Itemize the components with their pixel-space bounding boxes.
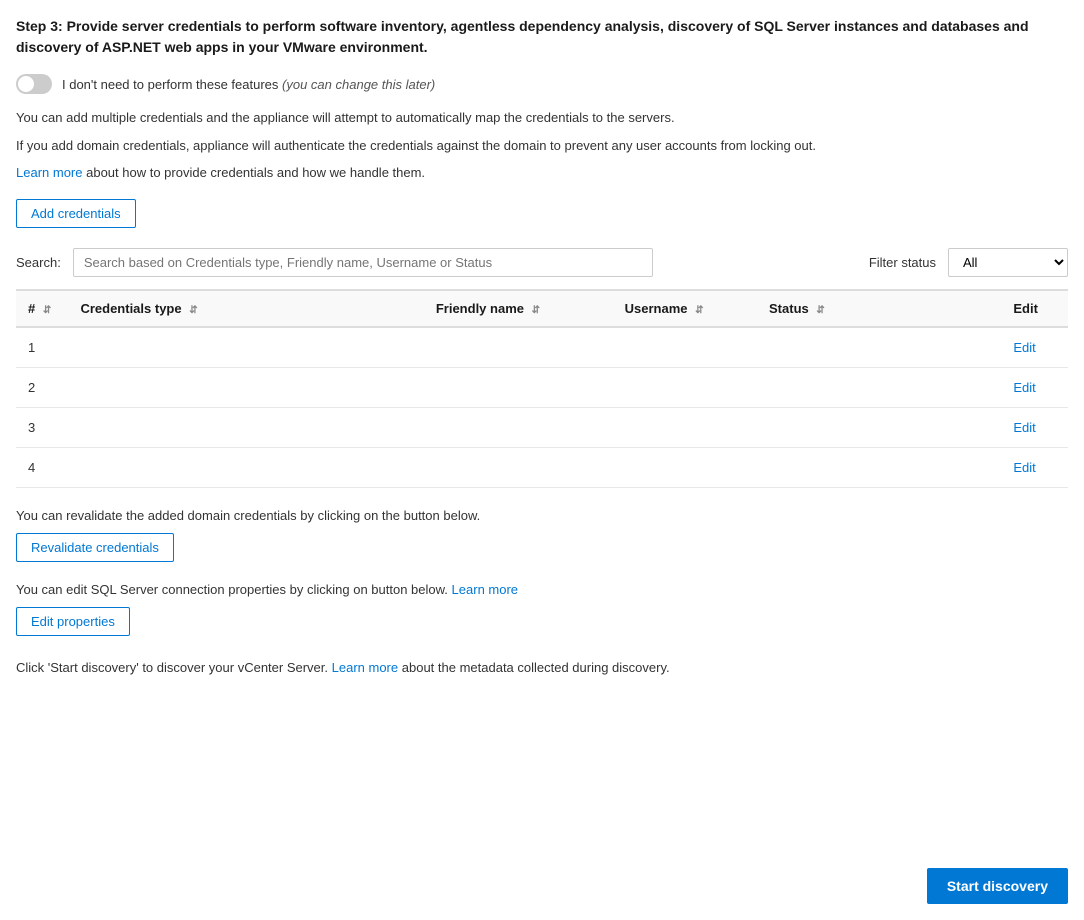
toggle-row: I don't need to perform these features (… <box>16 74 1068 94</box>
toggle-label: I don't need to perform these features (… <box>62 77 435 92</box>
row-3-num: 3 <box>16 407 68 447</box>
row-3-status <box>757 407 1001 447</box>
credentials-table: # ⇵ Credentials type ⇵ Friendly name ⇵ U… <box>16 289 1068 488</box>
sort-icon-friendly: ⇵ <box>532 305 540 316</box>
table-header-row: # ⇵ Credentials type ⇵ Friendly name ⇵ U… <box>16 290 1068 327</box>
sort-icon-username: ⇵ <box>695 305 703 316</box>
revalidate-credentials-button[interactable]: Revalidate credentials <box>16 533 174 562</box>
row-3-edit-link[interactable]: Edit <box>1013 420 1035 435</box>
edit-properties-button[interactable]: Edit properties <box>16 607 130 636</box>
sort-icon-cred: ⇵ <box>189 305 197 316</box>
row-4-num: 4 <box>16 447 68 487</box>
revalidate-text: You can revalidate the added domain cred… <box>16 508 1068 523</box>
row-4-username <box>613 447 757 487</box>
row-4-friendly-name <box>424 447 613 487</box>
row-2-friendly-name <box>424 367 613 407</box>
row-4-edit-link[interactable]: Edit <box>1013 460 1035 475</box>
row-1-edit-link[interactable]: Edit <box>1013 340 1035 355</box>
edit-props-text: You can edit SQL Server connection prope… <box>16 582 1068 597</box>
col-header-edit: Edit <box>1001 290 1068 327</box>
row-3-username <box>613 407 757 447</box>
search-input[interactable] <box>73 248 653 277</box>
add-credentials-button[interactable]: Add credentials <box>16 199 136 228</box>
row-4-cred-type <box>68 447 423 487</box>
row-2-num: 2 <box>16 367 68 407</box>
row-2-username <box>613 367 757 407</box>
row-1-friendly-name <box>424 327 613 368</box>
table-row: 2 Edit <box>16 367 1068 407</box>
row-3-cred-type <box>68 407 423 447</box>
row-4-status <box>757 447 1001 487</box>
search-label: Search: <box>16 255 61 270</box>
col-header-num: # ⇵ <box>16 290 68 327</box>
row-1-status <box>757 327 1001 368</box>
row-1-cred-type <box>68 327 423 368</box>
discovery-section: Click 'Start discovery' to discover your… <box>16 660 1068 675</box>
search-filter-row: Search: Filter status All Valid Invalid … <box>16 248 1068 277</box>
toggle-switch[interactable] <box>16 74 52 94</box>
info-line-1: You can add multiple credentials and the… <box>16 108 1068 128</box>
row-3-friendly-name <box>424 407 613 447</box>
info-line-2: If you add domain credentials, appliance… <box>16 136 1068 156</box>
table-row: 3 Edit <box>16 407 1068 447</box>
col-header-username: Username ⇵ <box>613 290 757 327</box>
discovery-text: Click 'Start discovery' to discover your… <box>16 660 1068 675</box>
row-2-status <box>757 367 1001 407</box>
row-2-edit-link[interactable]: Edit <box>1013 380 1035 395</box>
sort-icon-num: ⇵ <box>43 305 51 316</box>
col-header-friendly-name: Friendly name ⇵ <box>424 290 613 327</box>
start-discovery-button[interactable]: Start discovery <box>927 868 1068 904</box>
table-row: 4 Edit <box>16 447 1068 487</box>
col-header-cred-type: Credentials type ⇵ <box>68 290 423 327</box>
learn-more-link[interactable]: Learn more <box>16 165 82 180</box>
learn-more-row: Learn more about how to provide credenti… <box>16 163 1068 183</box>
col-header-status: Status ⇵ <box>757 290 1001 327</box>
table-row: 1 Edit <box>16 327 1068 368</box>
add-credentials-container: Add credentials <box>16 199 1068 228</box>
revalidate-section: You can revalidate the added domain cred… <box>16 508 1068 562</box>
filter-status-label: Filter status <box>869 255 936 270</box>
edit-properties-section: You can edit SQL Server connection prope… <box>16 582 1068 636</box>
sort-icon-status: ⇵ <box>816 305 824 316</box>
learn-more-suffix: about how to provide credentials and how… <box>86 165 425 180</box>
row-1-num: 1 <box>16 327 68 368</box>
row-2-cred-type <box>68 367 423 407</box>
edit-props-learn-more-link[interactable]: Learn more <box>452 582 518 597</box>
discovery-learn-more-link[interactable]: Learn more <box>332 660 398 675</box>
row-1-username <box>613 327 757 368</box>
step-title: Step 3: Provide server credentials to pe… <box>16 16 1068 58</box>
footer-button-row: Start discovery <box>927 868 1068 904</box>
filter-status-select[interactable]: All Valid Invalid Not verified <box>948 248 1068 277</box>
